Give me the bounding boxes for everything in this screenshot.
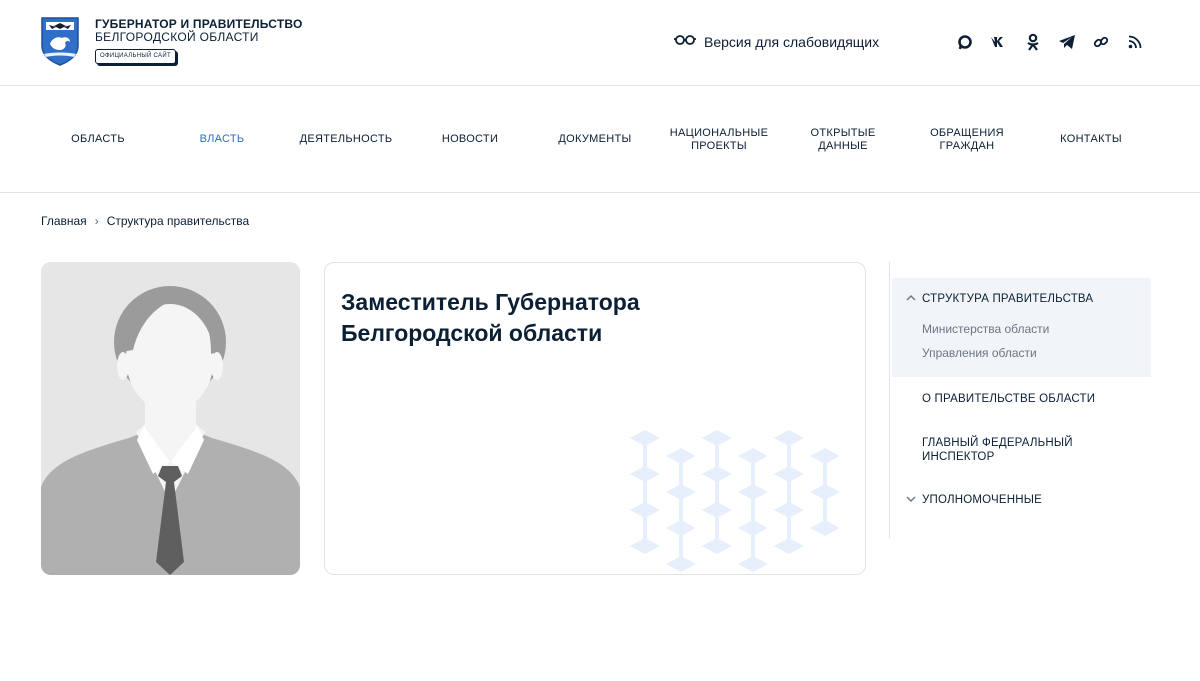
ok-icon[interactable] [1023,32,1043,52]
nav-item-national-projects[interactable]: НАЦИОНАЛЬНЫЕ ПРОЕКТЫ [657,86,781,193]
breadcrumb: Главная › Структура правительства [41,214,249,228]
sidebar-item-structure[interactable]: СТРУКТУРА ПРАВИТЕЛЬСТВА [922,292,1093,306]
nav-item-citizen-appeals[interactable]: ОБРАЩЕНИЯ ГРАЖДАН [905,86,1029,193]
sidebar-item-federal-inspector[interactable]: ГЛАВНЫЙ ФЕДЕРАЛЬНЫЙ ИНСПЕКТОР [922,436,1102,464]
site-header: ГУБЕРНАТОР И ПРАВИТЕЛЬСТВО БЕЛГОРОДСКОЙ … [0,0,1200,86]
chevron-down-icon[interactable] [906,494,916,504]
breadcrumb-separator: › [94,214,99,228]
nav-item-authority[interactable]: ВЛАСТЬ [160,86,284,193]
glasses-icon [674,33,696,51]
nav-item-documents[interactable]: ДОКУМЕНТЫ [533,86,657,193]
nav-item-contacts[interactable]: КОНТАКТЫ [1029,86,1153,193]
low-vision-label: Версия для слабовидящих [704,34,880,50]
official-site-badge: ОФИЦИАЛЬНЫЙ САЙТ [95,49,176,64]
position-card: Заместитель Губернатора Белгородской обл… [324,262,866,575]
decorative-pattern [630,430,840,572]
position-title: Заместитель Губернатора Белгородской обл… [341,289,640,346]
social-links [955,32,1145,52]
main-nav: ОБЛАСТЬ ВЛАСТЬ ДЕЯТЕЛЬНОСТЬ НОВОСТИ ДОКУ… [0,86,1200,193]
coat-of-arms-logo[interactable] [40,16,80,66]
nav-item-open-data[interactable]: ОТКРЫТЫЕ ДАННЫЕ [781,86,905,193]
breadcrumb-current: Структура правительства [106,214,250,228]
sidebar-subitem-departments[interactable]: Управления области [922,346,1037,360]
telegram-icon[interactable] [1057,32,1077,52]
nav-item-region[interactable]: ОБЛАСТЬ [36,86,160,193]
person-photo-placeholder [41,262,300,575]
rss-icon[interactable] [1125,32,1145,52]
link-icon[interactable] [1091,32,1111,52]
sidebar-item-authorized[interactable]: УПОЛНОМОЧЕННЫЕ [922,493,1042,507]
brand-subtitle: БЕЛГОРОДСКОЙ ОБЛАСТИ [95,30,259,44]
chevron-up-icon[interactable] [906,293,916,303]
low-vision-version-link[interactable]: Версия для слабовидящих [674,33,879,51]
sidebar-menu: СТРУКТУРА ПРАВИТЕЛЬСТВА Министерства обл… [889,262,1151,538]
vk-icon[interactable] [989,32,1009,52]
max-icon[interactable] [955,32,975,52]
nav-item-activity[interactable]: ДЕЯТЕЛЬНОСТЬ [284,86,408,193]
sidebar-subitem-ministries[interactable]: Министерства области [922,322,1049,336]
sidebar-item-about-government[interactable]: О ПРАВИТЕЛЬСТВЕ ОБЛАСТИ [922,392,1095,406]
breadcrumb-home[interactable]: Главная [41,214,87,228]
nav-item-news[interactable]: НОВОСТИ [408,86,532,193]
brand[interactable]: ГУБЕРНАТОР И ПРАВИТЕЛЬСТВО БЕЛГОРОДСКОЙ … [95,18,303,64]
